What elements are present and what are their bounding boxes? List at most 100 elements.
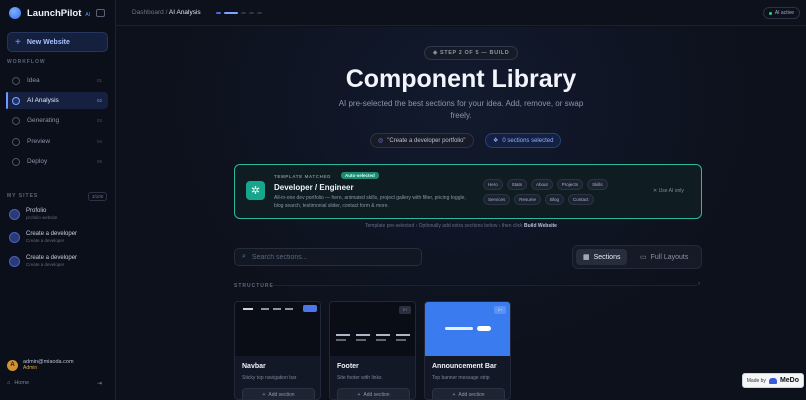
- new-website-button[interactable]: + New Website: [7, 32, 108, 52]
- step-label: STEP 2 OF 5 — BUILD: [439, 50, 510, 56]
- step-number: 05: [96, 159, 102, 164]
- step-number: 03: [96, 118, 102, 123]
- site-globe-icon: [9, 256, 20, 267]
- page-subtitle: AI pre-selected the best sections for yo…: [338, 99, 584, 120]
- use-ai-only-label: Use AI only: [658, 188, 684, 194]
- progress-segment: [249, 12, 254, 14]
- active-indicator: [6, 92, 8, 109]
- step-circle-icon: [12, 157, 20, 166]
- search-icon: ⌕: [242, 253, 246, 260]
- card-description: Sticky top navigation bar: [242, 375, 297, 381]
- site-item-profolio[interactable]: Profolio profolio website: [9, 208, 109, 220]
- made-by-prefix: Made by: [746, 377, 766, 384]
- tab-sections[interactable]: ▦ Sections: [576, 249, 628, 265]
- my-sites-section-label: MY SITES: [7, 193, 39, 199]
- component-card-navbar[interactable]: Navbar Sticky top navigation bar + Add se…: [234, 301, 321, 400]
- plus-icon: +: [357, 392, 361, 398]
- user-profile[interactable]: A admin@miaoda.com Admin: [7, 359, 74, 371]
- search-box[interactable]: ⌕: [234, 248, 422, 266]
- site-subtitle: Create a developer: [26, 238, 65, 243]
- main-content: ◈ STEP 2 OF 5 — BUILD Component Library …: [116, 27, 806, 400]
- step-progress: [216, 12, 262, 14]
- template-name: Developer / Engineer: [274, 183, 354, 192]
- thumb-col: [376, 339, 386, 341]
- sidebar-item-deploy[interactable]: Deploy 05: [6, 153, 108, 170]
- sidebar-item-generating[interactable]: Generating 03: [6, 112, 108, 129]
- use-ai-only-button[interactable]: ✕ Use AI only: [653, 188, 684, 194]
- step-circle-icon: [12, 96, 20, 105]
- thumb-col: [396, 334, 410, 336]
- template-matched-card[interactable]: ✲ TEMPLATE MATCHED Auto-selected Develop…: [234, 164, 702, 219]
- site-title: Create a developer: [26, 255, 78, 261]
- thumb-message: [445, 327, 473, 330]
- add-section-label: Add section: [268, 392, 295, 398]
- home-link[interactable]: ⌂ Home: [7, 380, 29, 386]
- card-description: Site footer with links: [337, 375, 382, 381]
- auto-selected-badge: Auto-selected: [341, 172, 379, 179]
- thumb-col: [356, 339, 366, 341]
- hint-label: Template pre-selected › Optionally add e…: [365, 223, 523, 229]
- plus-icon: +: [262, 392, 266, 398]
- footer-thumbnail: 2+: [330, 302, 415, 356]
- chevron-right-icon[interactable]: ›: [698, 281, 700, 287]
- logout-icon[interactable]: ⇥: [97, 380, 102, 387]
- brand-badge: AI: [85, 11, 91, 18]
- prompt-chip: ◎ "Create a developer portfolio": [370, 133, 474, 148]
- step-circle-icon: [12, 76, 20, 85]
- thumb-logo: [243, 308, 253, 310]
- variant-count-badge: 2+: [494, 306, 506, 314]
- made-by-badge[interactable]: Made by MeDo: [741, 373, 804, 388]
- step-number: 04: [96, 139, 102, 144]
- layers-icon: ❖: [493, 138, 499, 144]
- sidebar-item-label: Preview: [27, 138, 51, 145]
- tag-projects: Projects: [556, 179, 584, 190]
- site-item-developer-1[interactable]: Create a developer Create a developer: [9, 231, 109, 243]
- tag-stats: Stats: [506, 179, 528, 190]
- tag-services: Services: [483, 194, 511, 205]
- add-section-button[interactable]: + Add section: [432, 388, 505, 399]
- tag-blog: Blog: [545, 194, 565, 205]
- site-subtitle: profolio website: [26, 215, 58, 220]
- sidebar-item-ai-analysis[interactable]: AI Analysis 02: [6, 92, 108, 109]
- sidebar-item-label: Deploy: [27, 158, 48, 165]
- layers-icon: ◈: [433, 50, 440, 56]
- announcement-thumbnail: 2+: [425, 302, 510, 356]
- workflow-section-label: WORKFLOW: [7, 59, 46, 65]
- sidebar-item-preview[interactable]: Preview 04: [6, 133, 108, 150]
- brand[interactable]: LaunchPilot AI: [9, 7, 90, 19]
- site-item-developer-2[interactable]: Create a developer Create a developer: [9, 255, 109, 267]
- add-section-button[interactable]: + Add section: [242, 388, 315, 399]
- sidebar-item-idea[interactable]: Idea 01: [6, 72, 108, 89]
- sidebar-item-label: AI Analysis: [27, 97, 59, 104]
- tag-contact: Contact: [568, 194, 594, 205]
- tab-full-layouts-label: Full Layouts: [650, 253, 689, 261]
- sidebar-item-label: Idea: [27, 77, 40, 84]
- thumb-col: [396, 339, 406, 341]
- search-input[interactable]: [251, 253, 412, 261]
- tab-full-layouts[interactable]: ▭ Full Layouts: [633, 249, 695, 265]
- thumb-link: [273, 308, 281, 310]
- sections-selected-chip: ❖ 0 sections selected: [485, 133, 562, 148]
- step-number: 02: [96, 98, 102, 103]
- breadcrumb-current: AI Analysis: [168, 9, 201, 16]
- new-website-label: New Website: [26, 38, 70, 46]
- progress-segment: [257, 12, 262, 14]
- tab-sections-label: Sections: [593, 253, 621, 261]
- template-sparkle-icon: ✲: [246, 181, 265, 200]
- breadcrumb-dashboard[interactable]: Dashboard: [132, 9, 164, 16]
- card-title: Footer: [337, 363, 359, 370]
- thumb-col: [356, 334, 370, 336]
- user-role: Admin: [23, 365, 38, 371]
- add-section-button[interactable]: + Add section: [337, 388, 410, 399]
- tag-skills: Skills: [587, 179, 608, 190]
- progress-segment: [216, 12, 221, 14]
- status-dot-icon: [768, 11, 772, 15]
- sidebar-collapse-icon[interactable]: [96, 9, 105, 17]
- component-card-footer[interactable]: 2+ Footer Site footer with links + Add se…: [329, 301, 416, 400]
- plus-icon: +: [15, 36, 21, 48]
- progress-segment: [224, 12, 238, 14]
- component-card-announcement-bar[interactable]: 2+ Announcement Bar Top banner message s…: [424, 301, 511, 400]
- hint-text: Template pre-selected › Optionally add e…: [116, 223, 806, 229]
- structure-section-label: STRUCTURE: [234, 283, 274, 289]
- sidebar: LaunchPilot AI + New Website WORKFLOW Id…: [0, 0, 116, 400]
